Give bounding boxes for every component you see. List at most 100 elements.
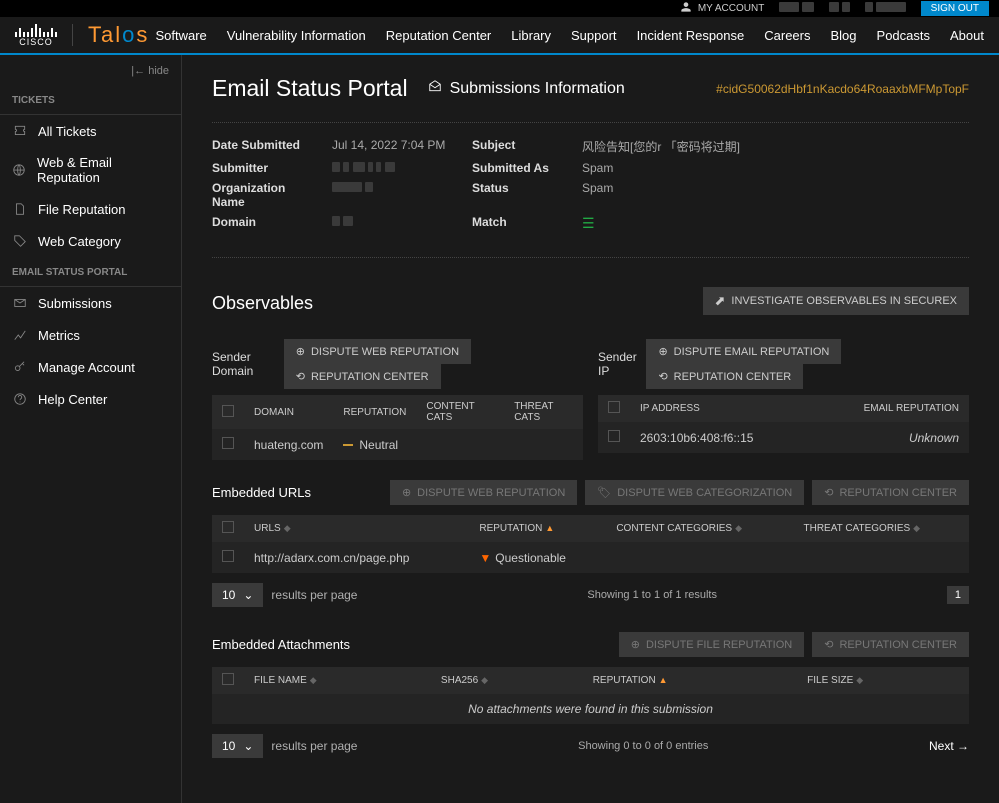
- cisco-logo: CISCO: [15, 23, 57, 47]
- sidebar-item-help-center[interactable]: Help Center: [0, 383, 181, 415]
- meta-label: Match: [472, 215, 562, 232]
- main-content: Email Status Portal Submissions Informat…: [182, 55, 999, 803]
- reputation-center-button[interactable]: ⟲REPUTATION CENTER: [646, 364, 803, 389]
- dispute-web-categorization-button[interactable]: 🏷DISPUTE WEB CATEGORIZATION: [585, 480, 804, 505]
- meta-label: Submitter: [212, 161, 312, 175]
- talos-logo: Talos: [88, 22, 149, 48]
- checkbox[interactable]: [608, 430, 620, 442]
- dispute-file-reputation-button[interactable]: ⊕DISPUTE FILE REPUTATION: [619, 632, 805, 657]
- checkbox[interactable]: [222, 550, 234, 562]
- reputation-center-button[interactable]: ⟲REPUTATION CENTER: [812, 480, 969, 505]
- sidebar-section-portal: EMAIL STATUS PORTAL: [0, 257, 181, 287]
- col-header[interactable]: CONTENT CATS: [416, 395, 504, 429]
- domain-cell: huateng.com: [244, 429, 333, 460]
- plus-icon: ⊕: [296, 345, 305, 358]
- sidebar-item-web-email-rep[interactable]: Web & Email Reputation: [0, 147, 181, 193]
- nav-podcasts[interactable]: Podcasts: [877, 28, 930, 43]
- chart-icon: [12, 327, 28, 343]
- sidebar-item-label: All Tickets: [38, 124, 97, 139]
- dispute-web-reputation-button[interactable]: ⊕DISPUTE WEB REPUTATION: [284, 339, 471, 364]
- match-icon: ☰: [582, 215, 595, 231]
- sidebar-item-file-rep[interactable]: File Reputation: [0, 193, 181, 225]
- submission-hash: cidG50062dHbf1nKacdo64RoaaxbMFMpTopF: [716, 82, 969, 96]
- tag-icon: [12, 233, 28, 249]
- nav-reputation[interactable]: Reputation Center: [386, 28, 492, 43]
- sidebar-item-submissions[interactable]: Submissions: [0, 287, 181, 319]
- hide-sidebar-button[interactable]: |← hide: [0, 65, 181, 85]
- sidebar: |← hide TICKETS All Tickets Web & Email …: [0, 55, 182, 803]
- investigate-securex-button[interactable]: ⬈ INVESTIGATE OBSERVABLES IN SECUREX: [703, 287, 969, 315]
- envelope-icon: [12, 295, 28, 311]
- rpp-label: results per page: [271, 739, 357, 753]
- sidebar-item-label: Web & Email Reputation: [37, 155, 169, 185]
- page-size-select[interactable]: 10⌄: [212, 734, 263, 758]
- sidebar-item-label: File Reputation: [38, 202, 125, 217]
- checkbox[interactable]: [222, 405, 234, 417]
- submission-metadata: Date Submitted Jul 14, 2022 7:04 PM Subj…: [212, 138, 969, 232]
- checkbox[interactable]: [608, 401, 620, 413]
- meta-submitted-as: Spam: [582, 161, 969, 175]
- embedded-urls-table: URLS◆ REPUTATION▲ CONTENT CATEGORIES◆ TH…: [212, 515, 969, 573]
- reputation-center-button[interactable]: ⟲REPUTATION CENTER: [812, 632, 969, 657]
- sort-icon: ◆: [481, 675, 488, 685]
- dispute-web-reputation-button[interactable]: ⊕DISPUTE WEB REPUTATION: [390, 480, 577, 505]
- checkbox[interactable]: [222, 673, 234, 685]
- page-size-select[interactable]: 10⌄: [212, 583, 263, 607]
- nav-careers[interactable]: Careers: [764, 28, 810, 43]
- dispute-email-reputation-button[interactable]: ⊕DISPUTE EMAIL REPUTATION: [646, 339, 841, 364]
- table-row[interactable]: 2603:10b6:408:f6::15 Unknown: [598, 422, 969, 453]
- sort-icon: ◆: [913, 523, 920, 533]
- col-header[interactable]: EMAIL REPUTATION: [812, 395, 969, 422]
- embedded-urls-heading: Embedded URLs: [212, 485, 311, 500]
- top-account-bar: MY ACCOUNT SIGN OUT: [0, 0, 999, 17]
- nav-software[interactable]: Software: [155, 28, 206, 43]
- col-header[interactable]: URLS◆: [244, 515, 469, 542]
- file-icon: [12, 201, 28, 217]
- sidebar-item-all-tickets[interactable]: All Tickets: [0, 115, 181, 147]
- account-redacted-3: [865, 2, 906, 15]
- next-button[interactable]: Next →: [929, 739, 969, 753]
- my-account-label: MY ACCOUNT: [698, 3, 765, 14]
- table-row[interactable]: http://adarx.com.cn/page.php ▼Questionab…: [212, 542, 969, 573]
- col-header[interactable]: DOMAIN: [244, 395, 333, 429]
- questionable-indicator-icon: ▼: [479, 551, 491, 565]
- nav-incident[interactable]: Incident Response: [637, 28, 745, 43]
- meta-subject: 风险告知[您的r 「密码将过期]: [582, 138, 969, 155]
- my-account-link[interactable]: MY ACCOUNT: [679, 0, 765, 17]
- link-icon: ⟲: [296, 370, 305, 383]
- nav-library[interactable]: Library: [511, 28, 551, 43]
- globe-icon: [12, 162, 27, 178]
- col-header[interactable]: IP ADDRESS: [630, 395, 812, 422]
- nav-vulnerability[interactable]: Vulnerability Information: [227, 28, 366, 43]
- sender-domain-table: DOMAIN REPUTATION CONTENT CATS THREAT CA…: [212, 395, 583, 460]
- checkbox[interactable]: [222, 437, 234, 449]
- user-icon: [679, 0, 693, 17]
- page-number[interactable]: 1: [947, 586, 969, 604]
- nav-about[interactable]: About: [950, 28, 984, 43]
- page-subtitle: Submissions Information: [428, 79, 625, 98]
- url-cell: http://adarx.com.cn/page.php: [244, 542, 469, 573]
- meta-label: Date Submitted: [212, 138, 312, 155]
- chevron-down-icon: ⌄: [243, 588, 253, 602]
- sidebar-item-metrics[interactable]: Metrics: [0, 319, 181, 351]
- reputation-center-button[interactable]: ⟲REPUTATION CENTER: [284, 364, 441, 389]
- link-icon: ⟲: [824, 638, 833, 651]
- plus-icon: ⊕: [658, 345, 667, 358]
- envelope-open-icon: [428, 79, 442, 98]
- table-row-empty: No attachments were found in this submis…: [212, 694, 969, 724]
- checkbox[interactable]: [222, 521, 234, 533]
- sidebar-item-manage-account[interactable]: Manage Account: [0, 351, 181, 383]
- col-header[interactable]: REPUTATION: [333, 395, 416, 429]
- col-header[interactable]: CONTENT CATEGORIES◆: [606, 515, 793, 542]
- sidebar-item-web-category[interactable]: Web Category: [0, 225, 181, 257]
- nav-support[interactable]: Support: [571, 28, 617, 43]
- key-icon: [12, 359, 28, 375]
- meta-label: Domain: [212, 215, 312, 232]
- col-header[interactable]: THREAT CATS: [504, 395, 583, 429]
- signout-button[interactable]: SIGN OUT: [921, 1, 989, 16]
- nav-blog[interactable]: Blog: [831, 28, 857, 43]
- col-header[interactable]: REPUTATION▲: [469, 515, 606, 542]
- col-header[interactable]: THREAT CATEGORIES◆: [793, 515, 969, 542]
- account-redacted-2: [829, 2, 850, 15]
- table-row[interactable]: huateng.com Neutral: [212, 429, 583, 460]
